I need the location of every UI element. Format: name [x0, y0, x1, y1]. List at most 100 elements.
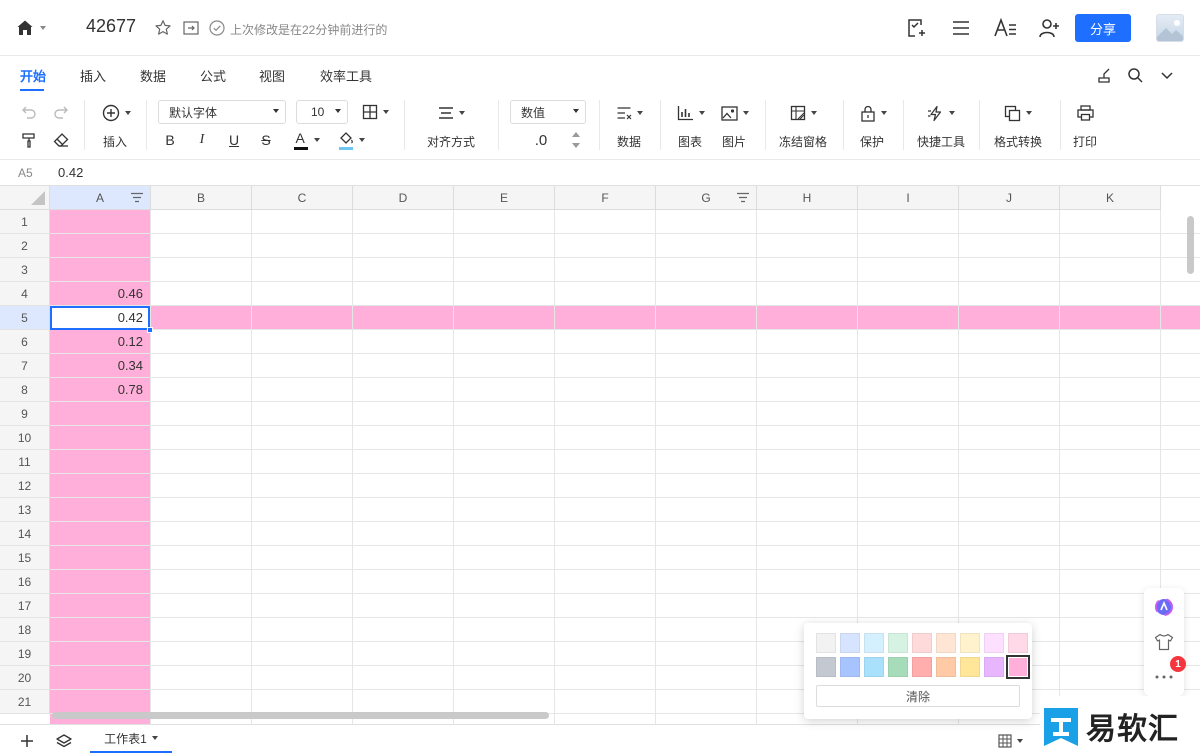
format-painter-top-button[interactable]	[1095, 66, 1113, 84]
color-swatch[interactable]	[936, 633, 956, 653]
color-swatch[interactable]	[816, 633, 836, 653]
tab-data[interactable]: 数据	[140, 66, 166, 85]
font-color-dropdown[interactable]: A	[288, 129, 324, 151]
bold-button[interactable]: B	[160, 130, 180, 150]
row-header-3[interactable]: 3	[0, 258, 50, 282]
column-header-c[interactable]: C	[252, 186, 353, 210]
row-header-7[interactable]: 7	[0, 354, 50, 378]
outline-button[interactable]	[949, 16, 973, 40]
more-icon[interactable]	[1154, 674, 1174, 680]
color-swatch[interactable]	[888, 657, 908, 677]
row-header-8[interactable]: 8	[0, 378, 50, 402]
layers-icon[interactable]	[56, 733, 72, 749]
color-swatch[interactable]	[840, 657, 860, 677]
print-button[interactable]	[1074, 102, 1096, 124]
fill-color-dropdown[interactable]	[334, 129, 368, 151]
filter-icon[interactable]	[736, 192, 750, 204]
search-button[interactable]	[1126, 66, 1144, 84]
cell-a7[interactable]: 0.34	[50, 354, 150, 378]
color-swatch[interactable]	[840, 633, 860, 653]
tab-start[interactable]: 开始	[20, 66, 46, 85]
row-header-9[interactable]: 9	[0, 402, 50, 426]
cell-a6[interactable]: 0.12	[50, 330, 150, 354]
text-style-button[interactable]	[993, 16, 1017, 40]
row-header-6[interactable]: 6	[0, 330, 50, 354]
row-header-16[interactable]: 16	[0, 570, 50, 594]
row-header-17[interactable]: 17	[0, 594, 50, 618]
move-to-folder-icon[interactable]	[182, 19, 200, 37]
document-title[interactable]: 42677	[86, 16, 136, 37]
add-sheet-icon[interactable]	[20, 734, 34, 748]
home-button[interactable]	[16, 17, 50, 39]
column-header-b[interactable]: B	[151, 186, 252, 210]
strikethrough-button[interactable]: S	[256, 130, 276, 150]
horizontal-scrollbar[interactable]	[52, 712, 549, 719]
number-format-select[interactable]: 数值	[510, 100, 586, 124]
color-swatch[interactable]	[816, 657, 836, 677]
italic-button[interactable]: I	[192, 130, 212, 150]
tab-formula[interactable]: 公式	[200, 66, 226, 85]
row-header-15[interactable]: 15	[0, 546, 50, 570]
row-header-12[interactable]: 12	[0, 474, 50, 498]
row-header-1[interactable]: 1	[0, 210, 50, 234]
column-header-i[interactable]: I	[858, 186, 959, 210]
row-header-21[interactable]: 21	[0, 690, 50, 714]
row-header-2[interactable]: 2	[0, 234, 50, 258]
border-dropdown[interactable]	[358, 101, 392, 123]
color-swatch[interactable]	[984, 657, 1004, 677]
cell-a4[interactable]: 0.46	[50, 282, 150, 306]
insert-dropdown[interactable]	[98, 102, 134, 124]
avatar[interactable]	[1156, 14, 1184, 42]
star-icon[interactable]	[154, 19, 172, 37]
color-swatch[interactable]	[936, 657, 956, 677]
redo-button[interactable]	[50, 102, 72, 122]
color-swatch[interactable]	[888, 633, 908, 653]
decimal-stepper[interactable]	[570, 129, 582, 151]
row-header-5[interactable]: 5	[0, 306, 50, 330]
column-header-e[interactable]: E	[454, 186, 555, 210]
align-dropdown[interactable]	[432, 102, 470, 124]
color-swatch[interactable]	[1006, 655, 1030, 679]
row-header-20[interactable]: 20	[0, 666, 50, 690]
font-size-select[interactable]: 10	[296, 100, 348, 124]
underline-button[interactable]: U	[224, 130, 244, 150]
formula-input[interactable]: 0.42	[58, 165, 83, 180]
freeze-dropdown[interactable]	[786, 102, 820, 124]
color-swatch[interactable]	[984, 633, 1004, 653]
color-swatch[interactable]	[960, 633, 980, 653]
color-swatch[interactable]	[864, 657, 884, 677]
column-header-k[interactable]: K	[1060, 186, 1161, 210]
clear-format-button[interactable]	[50, 130, 72, 150]
quick-tools-dropdown[interactable]	[924, 102, 958, 124]
undo-button[interactable]	[18, 102, 40, 122]
cell-a8[interactable]: 0.78	[50, 378, 150, 402]
column-header-d[interactable]: D	[353, 186, 454, 210]
tab-view[interactable]: 视图	[259, 66, 285, 85]
row-header-13[interactable]: 13	[0, 498, 50, 522]
data-dropdown[interactable]	[612, 102, 646, 124]
vertical-scrollbar[interactable]	[1187, 216, 1194, 274]
format-convert-dropdown[interactable]	[1000, 102, 1036, 124]
sheet-tab[interactable]: 工作表1	[90, 725, 172, 753]
theme-shirt-icon[interactable]	[1154, 633, 1174, 651]
row-header-18[interactable]: 18	[0, 618, 50, 642]
collapse-ribbon-button[interactable]	[1158, 66, 1176, 84]
name-box[interactable]: A5	[18, 166, 33, 180]
protect-dropdown[interactable]	[856, 102, 890, 124]
filter-icon[interactable]	[130, 192, 144, 204]
collaborate-button[interactable]	[1037, 16, 1061, 40]
row-header-14[interactable]: 14	[0, 522, 50, 546]
row-header-19[interactable]: 19	[0, 642, 50, 666]
color-swatch[interactable]	[1008, 633, 1028, 653]
view-mode-button[interactable]	[998, 734, 1023, 748]
chart-dropdown[interactable]	[674, 102, 708, 124]
ai-assistant-icon[interactable]	[1154, 597, 1174, 617]
font-family-select[interactable]: 默认字体	[158, 100, 286, 124]
row-header-10[interactable]: 10	[0, 426, 50, 450]
color-swatch[interactable]	[912, 657, 932, 677]
column-header-f[interactable]: F	[555, 186, 656, 210]
image-dropdown[interactable]	[718, 102, 752, 124]
share-button[interactable]: 分享	[1075, 14, 1131, 42]
tab-efficiency-tools[interactable]: 效率工具	[320, 66, 372, 85]
cell-a5[interactable]: 0.42	[50, 306, 150, 330]
